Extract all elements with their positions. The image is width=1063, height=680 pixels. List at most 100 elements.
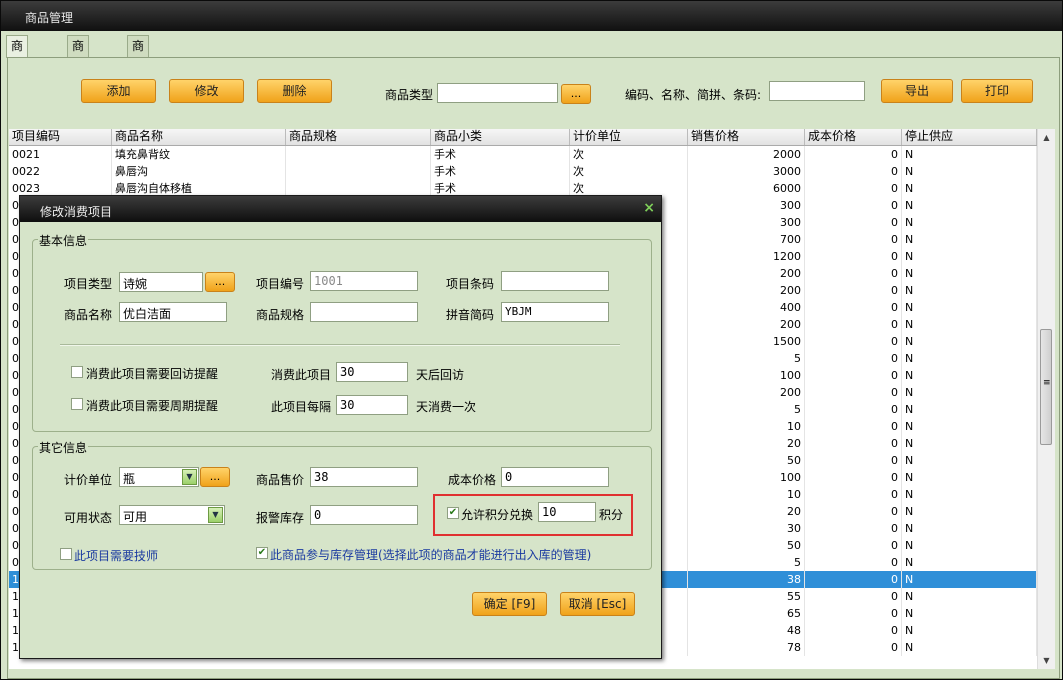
product-spec-label: 商品规格 [256, 308, 305, 322]
item-code-input[interactable]: 1001 [310, 271, 418, 291]
dialog-title: 修改消费项目 [40, 205, 113, 219]
barcode-input[interactable] [501, 271, 609, 291]
print-button[interactable]: 打印 [961, 79, 1033, 103]
points-input[interactable]: 10 [538, 502, 596, 522]
cell-unit: 次 [570, 163, 688, 180]
cell-code: 0022 [9, 163, 112, 180]
col-sale-price[interactable]: 销售价格 [688, 129, 805, 145]
cell-cost-price: 0 [805, 639, 902, 656]
cell-stop-supply: N [902, 571, 1037, 588]
scroll-down-icon[interactable]: ▼ [1038, 652, 1055, 669]
cell-stop-supply: N [902, 333, 1037, 350]
cell-cost-price: 0 [805, 469, 902, 486]
add-button[interactable]: 添加 [81, 79, 156, 103]
cell-sale-price: 20 [688, 503, 805, 520]
scroll-thumb[interactable]: ≡ [1040, 329, 1052, 445]
cell-cost-price: 0 [805, 384, 902, 401]
cell-stop-supply: N [902, 163, 1037, 180]
edit-item-dialog: 修改消费项目 × 基本信息 项目类型 诗婉 ... 项目编号 1001 项目条码… [19, 195, 662, 659]
cell-cost-price: 0 [805, 605, 902, 622]
cost-price-input[interactable]: 0 [501, 467, 609, 487]
revisit-days-input[interactable]: 30 [336, 362, 408, 382]
cell-stop-supply: N [902, 435, 1037, 452]
cell-stop-supply: N [902, 554, 1037, 571]
cycle-days-label: 此项目每隔 [271, 400, 332, 414]
item-type-input[interactable]: 诗婉 [119, 272, 203, 292]
chevron-down-icon[interactable]: ▼ [182, 469, 197, 485]
search-input[interactable] [769, 81, 865, 101]
chevron-down-icon[interactable]: ▼ [208, 507, 223, 523]
cell-stop-supply: N [902, 639, 1037, 656]
cell-sale-price: 10 [688, 486, 805, 503]
status-label: 可用状态 [64, 511, 113, 525]
stock-management-checkbox[interactable]: ✔ [256, 547, 268, 559]
col-name[interactable]: 商品名称 [112, 129, 286, 145]
close-icon[interactable]: × [643, 200, 655, 216]
col-unit[interactable]: 计价单位 [570, 129, 688, 145]
needs-technician-checkbox[interactable] [60, 548, 72, 560]
edit-button[interactable]: 修改 [169, 79, 244, 103]
col-cost-price[interactable]: 成本价格 [805, 129, 902, 145]
alarm-stock-input[interactable]: 0 [310, 505, 418, 525]
delete-button[interactable]: 删除 [257, 79, 332, 103]
cell-sale-price: 200 [688, 282, 805, 299]
item-code-label: 项目编号 [256, 277, 305, 291]
cell-subcategory: 手术 [431, 163, 570, 180]
cell-sale-price: 78 [688, 639, 805, 656]
tab-category[interactable]: 商品大类 [67, 35, 90, 116]
cell-sale-price: 65 [688, 605, 805, 622]
cell-stop-supply: N [902, 214, 1037, 231]
cell-sale-price: 50 [688, 452, 805, 469]
table-row[interactable]: 0021 填充鼻背纹 手术次 2000 0 N [9, 146, 1037, 163]
window-title: 商品管理 [25, 11, 74, 25]
ok-button[interactable]: 确定 [F9] [472, 592, 547, 616]
cell-cost-price: 0 [805, 146, 902, 163]
unit-picker-button[interactable]: ... [200, 467, 230, 487]
revisit-reminder-checkbox[interactable] [71, 366, 83, 378]
cell-stop-supply: N [902, 282, 1037, 299]
product-spec-input[interactable] [310, 302, 418, 322]
tab-subcategory[interactable]: 商品小类 [127, 35, 150, 116]
cell-cost-price: 0 [805, 367, 902, 384]
table-scrollbar[interactable]: ▲ ≡ ▼ [1037, 129, 1055, 669]
export-button[interactable]: 导出 [881, 79, 953, 103]
divider [60, 344, 620, 346]
cell-stop-supply: N [902, 418, 1037, 435]
cell-sale-price: 1500 [688, 333, 805, 350]
col-spec[interactable]: 商品规格 [286, 129, 431, 145]
product-type-input[interactable] [437, 83, 558, 103]
points-exchange-checkbox[interactable]: ✔ [447, 507, 459, 519]
product-name-input[interactable]: 优白洁面 [119, 302, 227, 322]
sale-price-input[interactable]: 38 [310, 467, 418, 487]
cell-cost-price: 0 [805, 435, 902, 452]
cell-stop-supply: N [902, 248, 1037, 265]
scroll-up-icon[interactable]: ▲ [1038, 129, 1055, 146]
cell-stop-supply: N [902, 537, 1037, 554]
cycle-reminder-checkbox[interactable] [71, 398, 83, 410]
status-select[interactable]: 可用 ▼ [119, 505, 225, 525]
points-suffix: 积分 [599, 508, 624, 522]
cycle-days-input[interactable]: 30 [336, 395, 408, 415]
pinyin-input[interactable]: YBJM [501, 302, 609, 322]
item-type-label: 项目类型 [64, 277, 113, 291]
table-row[interactable]: 0022 鼻唇沟 手术次 3000 0 N [9, 163, 1037, 180]
cell-stop-supply: N [902, 231, 1037, 248]
tab-product-info[interactable]: 商品信息 [6, 35, 29, 116]
other-info-title: 其它信息 [38, 439, 89, 456]
cell-code: 0021 [9, 146, 112, 163]
cell-cost-price: 0 [805, 180, 902, 197]
cell-sale-price: 700 [688, 231, 805, 248]
product-type-picker-button[interactable]: ... [561, 84, 591, 104]
col-stop-supply[interactable]: 停止供应 [902, 129, 1037, 145]
col-subcategory[interactable]: 商品小类 [431, 129, 570, 145]
sale-price-label: 商品售价 [256, 473, 305, 487]
cell-name: 鼻唇沟 [112, 163, 286, 180]
col-code[interactable]: 项目编码 [9, 129, 112, 145]
unit-select[interactable]: 瓶 ▼ [119, 467, 199, 487]
cost-price-label: 成本价格 [448, 473, 497, 487]
cell-stop-supply: N [902, 503, 1037, 520]
cancel-button[interactable]: 取消 [Esc] [560, 592, 635, 616]
item-type-picker-button[interactable]: ... [205, 272, 235, 292]
cell-sale-price: 200 [688, 316, 805, 333]
cell-stop-supply: N [902, 452, 1037, 469]
